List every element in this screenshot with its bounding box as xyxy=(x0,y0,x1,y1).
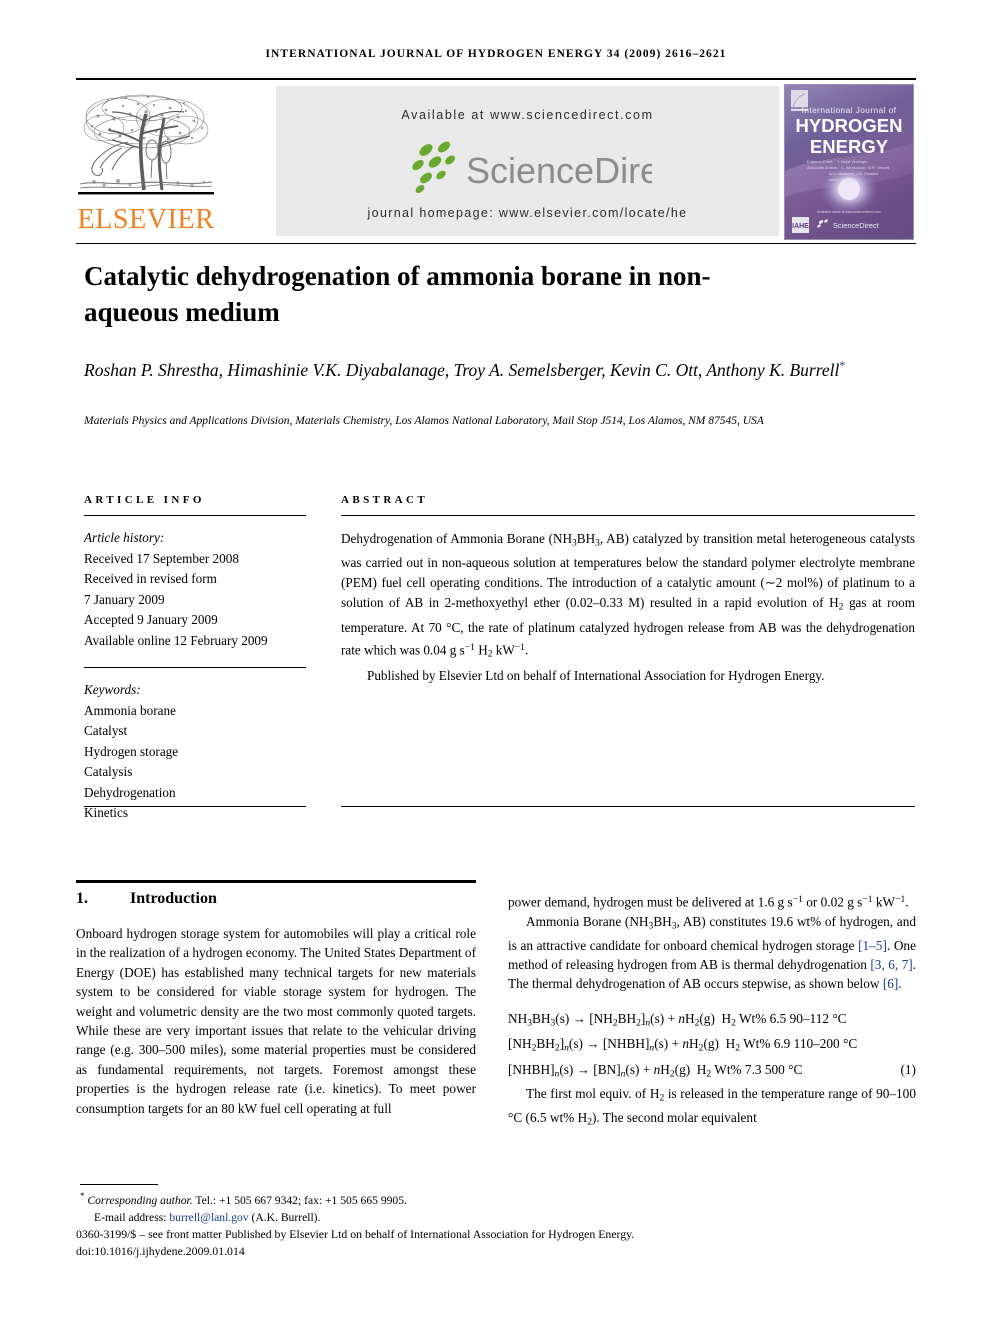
email-note: E-mail address: burrell@lanl.gov (A.K. B… xyxy=(80,1209,500,1226)
history-item: Received 17 September 2008 xyxy=(84,550,239,566)
header-top-rule xyxy=(76,78,916,80)
paragraph: power demand, hydrogen must be delivered… xyxy=(508,894,909,910)
imprint-line: 0360-3199/$ – see front matter Published… xyxy=(76,1227,635,1241)
svg-text:and E.A. Eggel: and E.A. Eggel xyxy=(829,177,855,182)
doi-line: doi:10.1016/j.ijhydene.2009.01.014 xyxy=(76,1244,245,1258)
history-item: Available online 12 February 2009 xyxy=(84,632,268,648)
history-item: 7 January 2009 xyxy=(84,591,165,607)
email-link[interactable]: burrell@lanl.gov xyxy=(169,1211,248,1224)
page-title: Catalytic dehydrogenation of ammonia bor… xyxy=(84,261,711,327)
sciencedirect-logo[interactable]: ScienceDirect xyxy=(276,141,779,204)
citation-ref[interactable]: [1–5] xyxy=(858,938,887,953)
author-names: Roshan P. Shrestha, Himashinie V.K. Diya… xyxy=(84,359,840,380)
email-label: E-mail address: xyxy=(94,1210,167,1224)
article-info-rule xyxy=(84,515,306,516)
keywords-block: Keywords: Ammonia borane Catalyst Hydrog… xyxy=(84,680,306,824)
abstract-rule xyxy=(341,515,915,516)
article-info-column: ARTICLE INFO Article history: Received 1… xyxy=(84,494,306,824)
article-info-heading: ARTICLE INFO xyxy=(84,494,205,506)
paragraph: Ammonia Borane (NH3BH3, AB) constitutes … xyxy=(508,913,916,992)
article-history-label: Article history: xyxy=(84,530,165,545)
svg-text:Available online at www.scienc: Available online at www.sciencedirect.co… xyxy=(817,210,881,214)
running-head: INTERNATIONAL JOURNAL OF HYDROGEN ENERGY… xyxy=(265,48,727,60)
svg-text:International Journal of: International Journal of xyxy=(802,105,897,115)
body-left-column: 1. Introduction Onboard hydrogen storage … xyxy=(76,890,476,1118)
elsevier-wordmark: ELSEVIER xyxy=(77,204,215,235)
keyword-item: Catalyst xyxy=(84,723,128,738)
journal-cover-thumbnail[interactable]: International Journal of HYDROGEN ENERGY… xyxy=(784,84,914,240)
svg-text:ScienceDirect: ScienceDirect xyxy=(833,221,879,230)
svg-text:T. Nejat Veziroglu: T. Nejat Veziroglu xyxy=(837,159,867,164)
section-title: Introduction xyxy=(130,890,217,907)
svg-text:HYDROGEN: HYDROGEN xyxy=(796,115,903,136)
keyword-item: Catalysis xyxy=(84,764,133,779)
footnote-rule xyxy=(80,1184,158,1185)
abstract-bottom-rule xyxy=(341,806,915,807)
equation-number: (1) xyxy=(900,1061,916,1077)
abstract-text: Dehydrogenation of Ammonia Borane (NH3BH… xyxy=(341,531,915,660)
header-bottom-rule xyxy=(76,243,916,244)
keywords-label: Keywords: xyxy=(84,682,141,697)
keyword-item: Dehydrogenation xyxy=(84,784,176,800)
section-number: 1. xyxy=(76,890,88,907)
article-history: Article history: Received 17 September 2… xyxy=(84,528,306,651)
corresponding-author-contact: Tel.: +1 505 667 9342; fax: +1 505 665 9… xyxy=(192,1193,407,1207)
equation-line-text: [NHBH]n(s) → [BN]n(s) + nH2(g) H2 Wt% 7.… xyxy=(508,1061,803,1079)
footnote-marker: * xyxy=(80,1191,85,1201)
elsevier-tree-icon xyxy=(78,86,214,198)
equation-line: NH3BH3(s) → [NH2BH2]n(s) + nH2(g) H2 Wt%… xyxy=(508,1010,847,1029)
history-item: Accepted 9 January 2009 xyxy=(84,612,218,627)
svg-text:W.A. Masseon, J.N. Huddart: W.A. Masseon, J.N. Huddart xyxy=(829,171,879,176)
email-suffix: (A.K. Burrell). xyxy=(248,1210,321,1224)
keywords-rule xyxy=(84,667,306,668)
svg-text:ScienceDirect: ScienceDirect xyxy=(466,150,652,191)
abstract-publisher-note: Published by Elsevier Ltd on behalf of I… xyxy=(367,668,825,684)
svg-text:C. Bieńkowski, M.R. Veszeli: C. Bieńkowski, M.R. Veszeli xyxy=(841,165,889,170)
equation-line: [NH2BH2]n(s) → [NHBH]n(s) + nH2(g) H2 Wt… xyxy=(508,1036,858,1054)
citation-ref[interactable]: [6] xyxy=(883,976,899,991)
svg-text:Associate Editors:: Associate Editors: xyxy=(807,165,838,170)
journal-header: ELSEVIER Available at www.sciencedirect.… xyxy=(76,84,916,240)
keyword-item: Ammonia borane xyxy=(84,702,176,718)
svg-text:ENERGY: ENERGY xyxy=(810,136,889,157)
corresponding-author-note: * Corresponding author. Tel.: +1 505 667… xyxy=(80,1188,500,1209)
body-right-column: power demand, hydrogen must be delivered… xyxy=(508,890,916,1131)
available-at-text: Available at www.sciencedirect.com xyxy=(401,108,654,122)
corresponding-author-marker: * xyxy=(839,358,846,372)
corresponding-author-label: Corresponding author. xyxy=(87,1193,193,1207)
abstract-column: ABSTRACT Dehydrogenation of Ammonia Bora… xyxy=(341,494,915,686)
equation-block: NH3BH3(s) → [NH2BH2]n(s) + nH2(g) H2 Wt%… xyxy=(508,1008,916,1084)
affiliation: Materials Physics and Applications Divis… xyxy=(84,415,764,427)
paragraph: Onboard hydrogen storage system for auto… xyxy=(76,926,476,1116)
paragraph: The first mol equiv. of H2 is released i… xyxy=(508,1085,916,1128)
history-item: Received in revised form xyxy=(84,571,217,586)
article-page: INTERNATIONAL JOURNAL OF HYDROGEN ENERGY… xyxy=(0,0,992,1323)
info-bottom-rule xyxy=(84,806,306,807)
author-list: Roshan P. Shrestha, Himashinie V.K. Diya… xyxy=(84,352,864,384)
svg-text:Editor-in-Chief:: Editor-in-Chief: xyxy=(807,159,833,164)
journal-homepage-text[interactable]: journal homepage: www.elsevier.com/locat… xyxy=(276,206,779,220)
footnote-block: * Corresponding author. Tel.: +1 505 667… xyxy=(80,1188,500,1226)
citation-ref[interactable]: [3, 6, 7] xyxy=(870,957,912,972)
elsevier-logo: ELSEVIER xyxy=(76,84,216,238)
svg-text:IAHE: IAHE xyxy=(792,223,809,230)
abstract-heading: ABSTRACT xyxy=(341,494,429,506)
section-heading: 1. Introduction xyxy=(76,890,476,908)
sciencedirect-band: Available at www.sciencedirect.com Scien… xyxy=(276,86,779,236)
equation-line: [NHBH]n(s) → [BN]n(s) + nH2(g) H2 Wt% 7.… xyxy=(508,1059,916,1084)
keyword-item: Hydrogen storage xyxy=(84,743,179,759)
section-top-rule xyxy=(76,880,476,883)
